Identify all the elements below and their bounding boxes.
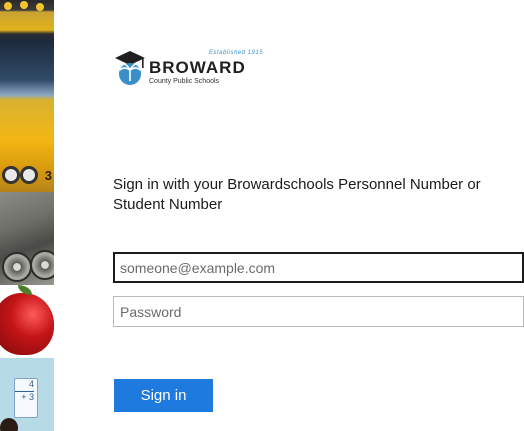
car-wheel	[30, 250, 54, 280]
math-card-bottom: + 3	[15, 391, 34, 403]
username-input[interactable]	[113, 252, 524, 283]
bus-wheel	[2, 166, 20, 184]
password-input[interactable]	[113, 296, 524, 327]
logo-tagline: County Public Schools	[149, 78, 220, 85]
child-hair	[0, 418, 18, 431]
logo-wordmark: BROWARD	[149, 58, 246, 77]
logo-established: Established 1915	[209, 50, 264, 56]
sign-in-heading: Sign in with your Browardschools Personn…	[113, 176, 481, 213]
graduation-cap-palm-icon	[115, 51, 145, 85]
car-wheel	[2, 252, 32, 282]
bus-wheel	[20, 166, 38, 184]
vintage-car-image	[0, 192, 54, 285]
apple	[0, 293, 54, 355]
math-card-image: 4 + 3	[0, 358, 54, 431]
bus-light	[36, 3, 44, 11]
bus-light	[20, 1, 28, 9]
math-flash-card: 4 + 3	[14, 378, 38, 418]
bus-light	[4, 2, 12, 10]
math-card-top: 4	[28, 379, 34, 389]
school-bus-image: 3	[0, 0, 54, 192]
apple-image	[0, 285, 54, 358]
sign-in-button[interactable]: Sign in	[114, 379, 213, 412]
bus-number: 3	[44, 168, 52, 183]
side-photo-strip: 3 4 + 3	[0, 0, 54, 431]
broward-logo: Established 1915 BROWARD County Public S…	[113, 46, 273, 90]
